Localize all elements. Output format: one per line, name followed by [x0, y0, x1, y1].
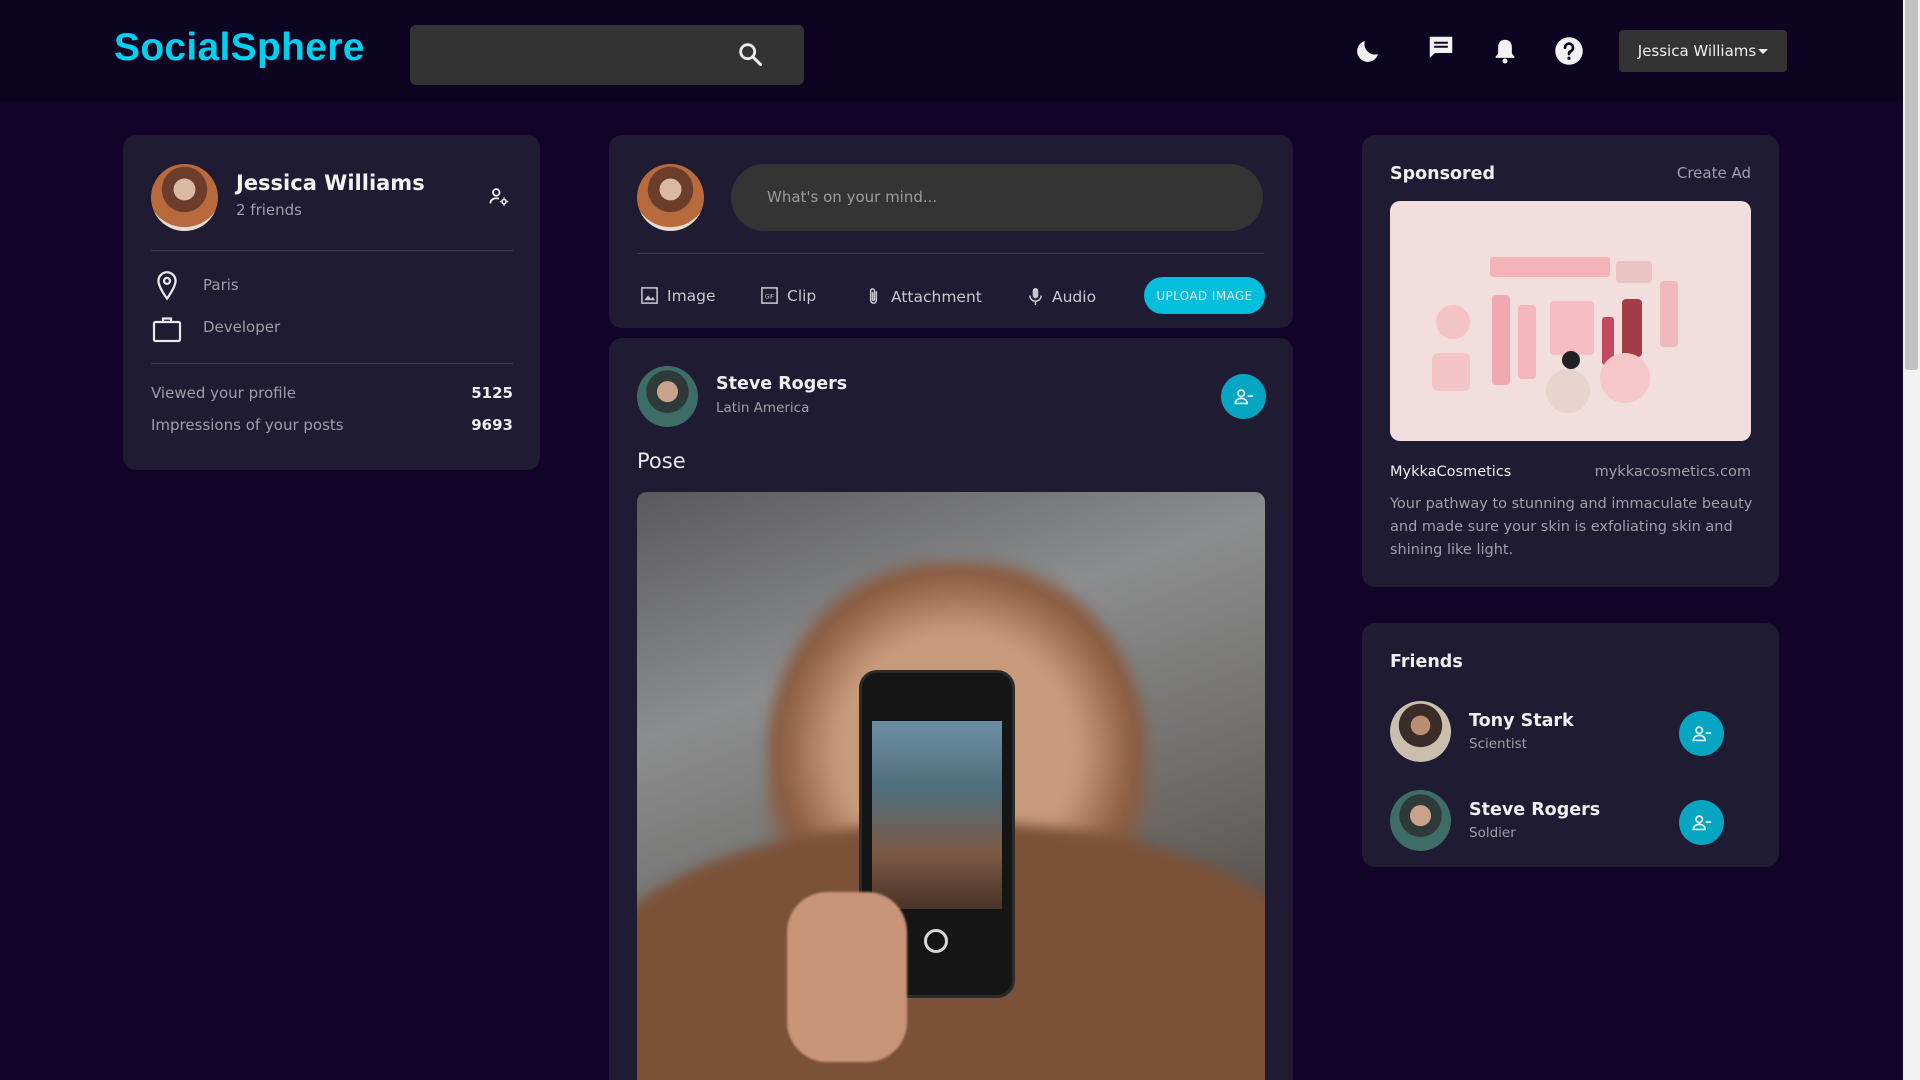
create-ad-link[interactable]: Create Ad — [1677, 164, 1751, 182]
app-logo[interactable]: SocialSphere — [114, 26, 365, 70]
location-pin-icon — [157, 271, 177, 301]
profile-location: Paris — [203, 276, 239, 294]
composer-placeholder: What's on your mind... — [767, 188, 938, 206]
sponsor-description: Your pathway to stunning and immaculate … — [1390, 496, 1753, 558]
person-remove-icon — [1691, 814, 1711, 830]
friend-role: Scientist — [1469, 736, 1527, 752]
microphone-icon — [1029, 288, 1042, 305]
bell-icon[interactable] — [1490, 36, 1520, 66]
post-author-name[interactable]: Steve Rogers — [716, 374, 847, 394]
stat-value-views: 5125 — [471, 384, 513, 402]
remove-friend-button[interactable] — [1221, 374, 1266, 419]
add-attachment-button[interactable]: Attachment — [864, 286, 982, 307]
manage-account-icon[interactable] — [488, 186, 510, 208]
friend-avatar-tony-stark[interactable] — [1390, 701, 1451, 762]
person-remove-icon — [1233, 388, 1253, 404]
moon-icon[interactable] — [1353, 36, 1383, 66]
post-author-avatar[interactable] — [637, 366, 698, 427]
profile-name[interactable]: Jessica Williams — [236, 171, 425, 195]
stat-value-impressions: 9693 — [471, 416, 513, 434]
sponsored-title: Sponsored — [1390, 164, 1496, 184]
profile-avatar[interactable] — [151, 164, 218, 231]
shutter-button-shape — [924, 929, 948, 953]
friend-avatar-steve-rogers[interactable] — [1390, 790, 1451, 851]
profile-divider-2 — [151, 363, 513, 364]
profile-card: Jessica Williams 2 friends Paris Develop… — [123, 135, 540, 470]
sponsored-card: Sponsored Create Ad MykkaCosmetics mykka… — [1362, 135, 1779, 587]
svg-text:GIF: GIF — [765, 294, 774, 300]
caret-down-icon — [1758, 48, 1769, 54]
remove-friend-button[interactable] — [1679, 711, 1724, 756]
image-icon — [641, 287, 658, 304]
sponsored-ad-image[interactable] — [1390, 201, 1751, 441]
add-clip-label: Clip — [787, 286, 817, 305]
person-remove-icon — [1691, 725, 1711, 741]
friend-name[interactable]: Tony Stark — [1469, 711, 1574, 731]
add-audio-label: Audio — [1052, 287, 1097, 306]
post-composer: What's on your mind... Image GIF Clip At… — [609, 135, 1293, 328]
stat-label-views: Viewed your profile — [151, 384, 296, 402]
profile-occupation: Developer — [203, 318, 281, 336]
search-icon[interactable] — [736, 40, 764, 68]
paperclip-icon — [869, 288, 878, 304]
gif-icon: GIF — [761, 287, 778, 304]
sponsor-url[interactable]: mykkacosmetics.com — [1595, 464, 1751, 480]
briefcase-icon — [152, 317, 182, 343]
composer-input[interactable]: What's on your mind... — [731, 164, 1263, 231]
add-image-button[interactable]: Image — [640, 286, 716, 305]
search-input[interactable] — [428, 25, 728, 85]
sponsor-brand: MykkaCosmetics — [1390, 464, 1512, 480]
scrollbar-thumb[interactable] — [1905, 0, 1918, 370]
add-audio-button[interactable]: Audio — [1027, 286, 1096, 307]
profile-divider-1 — [151, 250, 513, 251]
upload-image-button[interactable]: UPLOAD IMAGE — [1144, 277, 1265, 314]
composer-avatar — [637, 164, 704, 231]
post-author-location: Latin America — [716, 400, 810, 416]
add-attachment-label: Attachment — [891, 287, 982, 306]
post-text: Pose — [637, 449, 686, 473]
hand-shape — [787, 892, 907, 1062]
message-icon[interactable] — [1426, 33, 1456, 63]
stat-label-impressions: Impressions of your posts — [151, 416, 344, 434]
remove-friend-button[interactable] — [1679, 800, 1724, 845]
add-image-label: Image — [667, 286, 716, 305]
composer-divider — [637, 253, 1264, 254]
top-navbar: SocialSphere Jessica Williams — [0, 0, 1903, 102]
post-image[interactable] — [637, 492, 1265, 1080]
help-icon[interactable] — [1554, 36, 1584, 66]
user-menu-label: Jessica Williams — [1637, 42, 1757, 60]
user-menu-dropdown[interactable]: Jessica Williams — [1619, 30, 1787, 72]
post-card: Steve Rogers Latin America Pose — [609, 338, 1293, 1080]
add-clip-button[interactable]: GIF Clip — [760, 286, 816, 305]
profile-friends-count: 2 friends — [236, 201, 302, 219]
friends-title: Friends — [1390, 652, 1463, 672]
friends-card: Friends Tony Stark Scientist Steve Roger… — [1362, 623, 1779, 867]
phone-screen — [872, 721, 1002, 909]
friend-role: Soldier — [1469, 825, 1516, 841]
friend-name[interactable]: Steve Rogers — [1469, 800, 1600, 820]
